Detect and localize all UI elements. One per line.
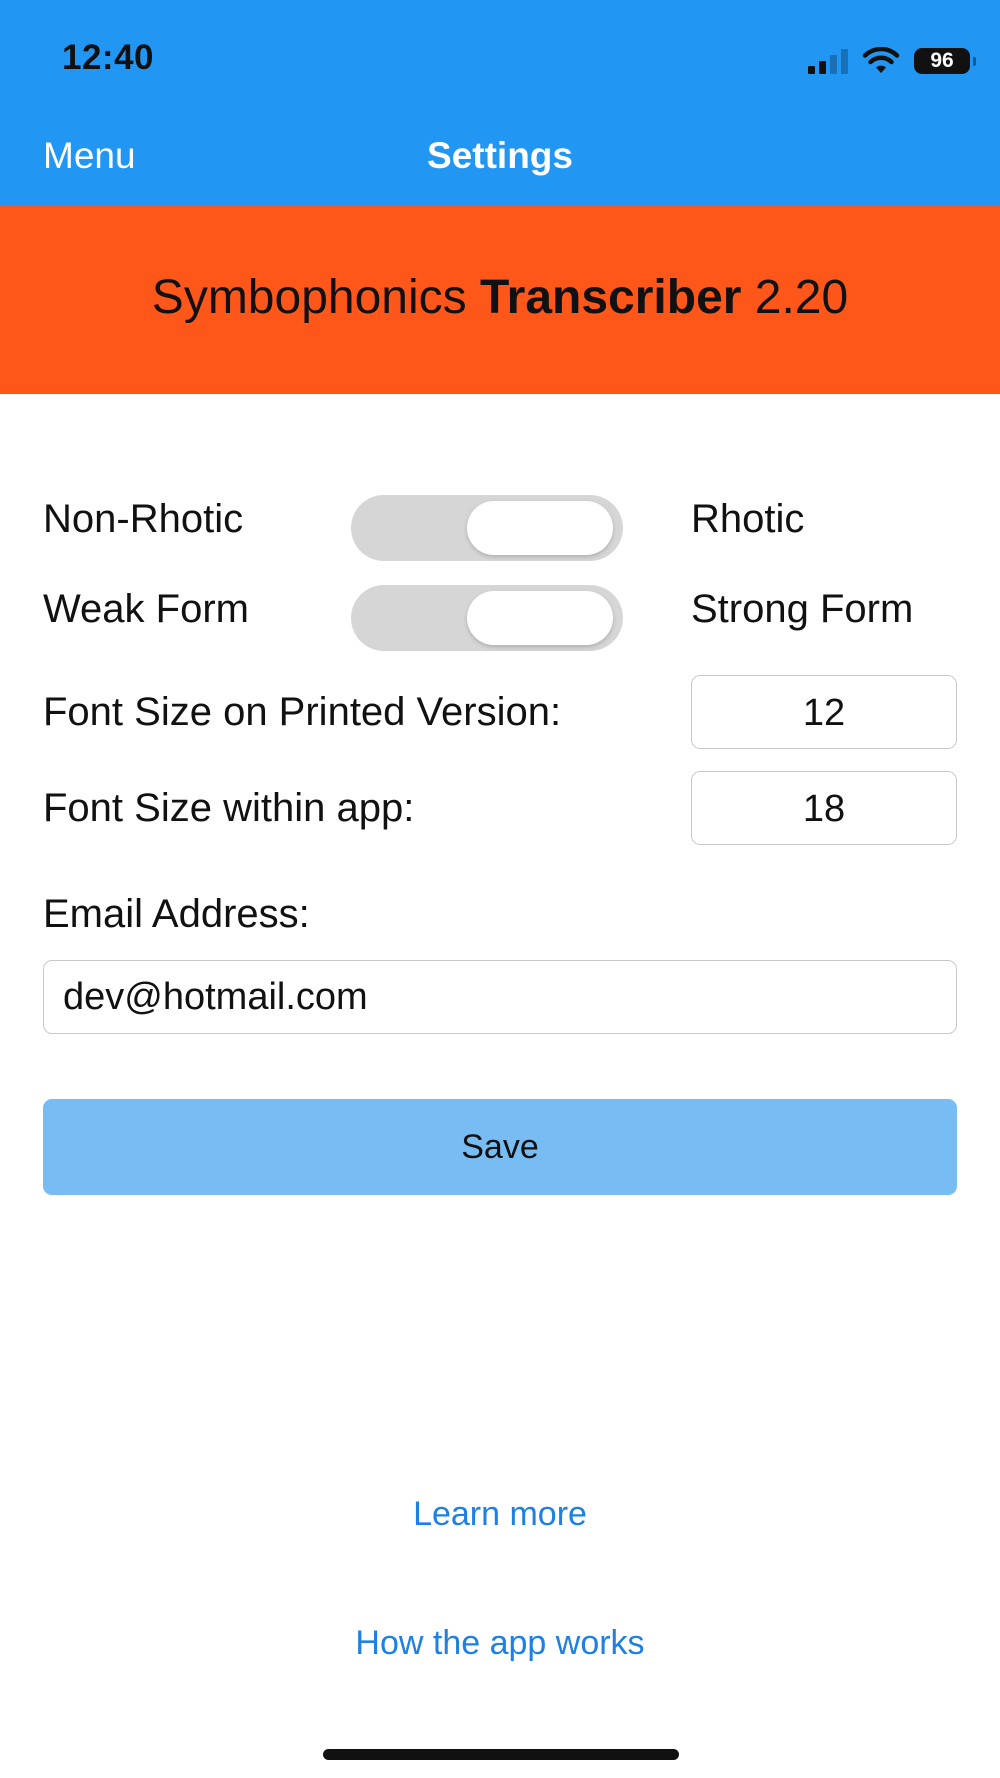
top-bar: 12:40 96 Menu Settings [0,0,1000,206]
app-name: Symbophonics Transcriber 2.20 [0,270,1000,325]
status-icons: 96 [808,46,976,76]
weak-form-label: Weak Form [43,587,249,631]
save-button[interactable]: Save [43,1099,957,1195]
app-font-size-input[interactable]: 18 [691,771,957,845]
email-label: Email Address: [43,892,310,936]
printed-font-size-label: Font Size on Printed Version: [43,690,562,734]
wifi-icon [862,47,900,73]
form-toggle-knob [467,591,613,645]
page-title: Settings [427,135,573,176]
home-indicator[interactable] [323,1749,679,1760]
app-name-part1: Symbophonics [151,271,480,324]
rhotic-label: Rhotic [691,497,805,541]
status-time: 12:40 [62,38,155,77]
strong-form-label: Strong Form [691,587,914,631]
cellular-signal-icon [808,48,848,74]
learn-more-link[interactable]: Learn more [0,1495,1000,1534]
non-rhotic-label: Non-Rhotic [43,497,244,541]
rhotic-toggle[interactable] [351,495,623,561]
app-banner: Symbophonics Transcriber 2.20 [0,206,1000,394]
app-font-size-label: Font Size within app: [43,786,415,830]
app-version: 2.20 [741,271,849,324]
battery-icon: 96 [914,48,976,74]
email-field[interactable]: dev@hotmail.com [43,960,957,1034]
printed-font-size-input[interactable]: 12 [691,675,957,749]
app-name-bold: Transcriber [479,271,742,324]
how-app-works-link[interactable]: How the app works [0,1624,1000,1663]
rhotic-toggle-knob [467,501,613,555]
form-toggle[interactable] [351,585,623,651]
